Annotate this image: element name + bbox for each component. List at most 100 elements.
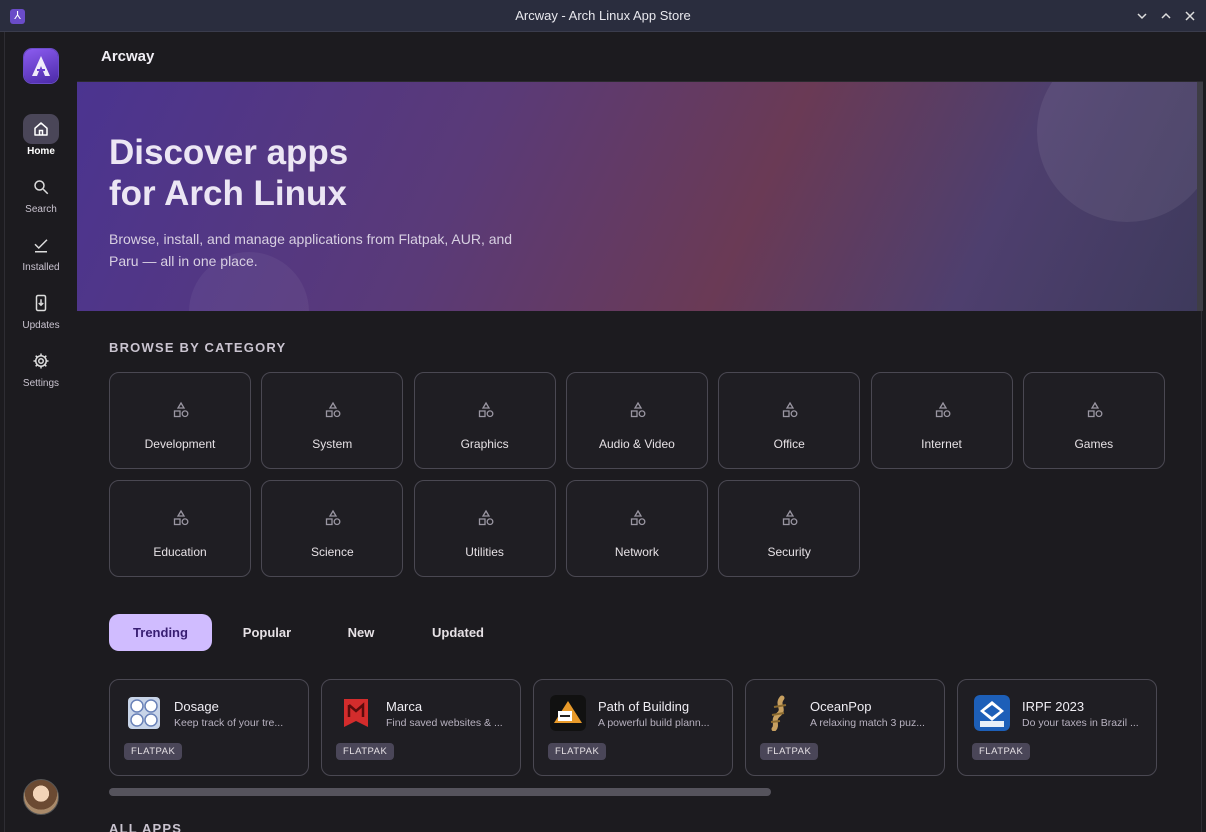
source-badge: FLATPAK	[760, 743, 819, 760]
shapes-icon	[1087, 401, 1103, 418]
category-card-education[interactable]: Education	[109, 480, 251, 577]
app-name: OceanPop	[810, 699, 872, 714]
shapes-icon	[478, 509, 494, 526]
gear-icon	[33, 353, 49, 369]
sidebar-item-label: Home	[27, 146, 55, 157]
category-label: Graphics	[460, 437, 509, 451]
sidebar-item-label: Search	[25, 204, 57, 215]
pills-icon	[126, 695, 162, 731]
search-icon	[34, 180, 49, 195]
horizontal-scrollbar[interactable]	[109, 788, 771, 796]
home-icon	[34, 122, 48, 136]
hero-title: Discover apps for Arch Linux	[109, 133, 349, 213]
shapes-icon	[326, 509, 341, 526]
all-apps-section-title: ALL APPS	[109, 821, 183, 832]
arch-logo-icon	[32, 56, 50, 76]
category-card-development[interactable]: Development	[109, 372, 251, 469]
category-label: System	[312, 437, 353, 451]
category-label: Office	[773, 437, 805, 451]
app-card-oceanpop[interactable]: OceanPop A relaxing match 3 puz... FLATP…	[745, 679, 945, 776]
category-card-graphics[interactable]: Graphics	[413, 372, 556, 469]
tab-new[interactable]: New	[335, 614, 387, 651]
category-card-system[interactable]: System	[261, 372, 404, 469]
app-window: Home Search Installed Updates Settings A…	[4, 32, 1203, 832]
category-label: Internet	[921, 437, 962, 451]
tab-trending[interactable]: Trending	[109, 614, 212, 651]
sidebar-item-settings[interactable]: Settings	[5, 346, 77, 400]
page-title: Arcway	[101, 48, 155, 65]
maximize-button[interactable]	[1156, 6, 1176, 26]
shapes-icon	[783, 509, 798, 526]
category-card-utilities[interactable]: Utilities	[413, 480, 556, 577]
app-description: Keep track of your tre...	[174, 717, 284, 729]
source-badge: FLATPAK	[972, 743, 1031, 760]
category-card-science[interactable]: Science	[261, 480, 404, 577]
shapes-icon	[630, 509, 646, 526]
category-card-audio-video[interactable]: Audio & Video	[565, 372, 708, 469]
app-name: Marca	[386, 699, 423, 714]
sidebar-item-search[interactable]: Search	[5, 172, 77, 226]
oceanpop-icon	[762, 695, 798, 731]
window-titlebar: ⅄ Arcway - Arch Linux App Store	[0, 0, 1206, 32]
close-icon	[1185, 11, 1195, 21]
hero-subtitle: Browse, install, and manage applications…	[109, 231, 513, 269]
app-description: A powerful build plann...	[598, 717, 710, 729]
path-of-building-icon	[550, 695, 586, 731]
sidebar-item-home[interactable]: Home	[5, 114, 77, 168]
category-label: Network	[614, 545, 659, 559]
category-card-security[interactable]: Security	[718, 480, 861, 577]
app-card-marca[interactable]: Marca Find saved websites & ... FLATPAK	[321, 679, 521, 776]
tab-updated[interactable]: Updated	[417, 614, 499, 651]
minimize-button[interactable]	[1132, 6, 1152, 26]
irpf-icon	[974, 695, 1010, 731]
source-badge: FLATPAK	[124, 743, 183, 760]
user-avatar[interactable]	[23, 779, 59, 815]
category-label: Education	[153, 545, 207, 559]
app-card-dosage[interactable]: Dosage Keep track of your tre... FLATPAK	[109, 679, 309, 776]
sidebar-item-installed[interactable]: Installed	[5, 230, 77, 284]
app-description: Find saved websites & ...	[386, 717, 503, 729]
shapes-icon	[783, 401, 798, 418]
category-section-title: BROWSE BY CATEGORY	[109, 340, 287, 355]
app-description: A relaxing match 3 puz...	[810, 717, 925, 729]
arcway-logo[interactable]	[24, 49, 58, 83]
shapes-icon	[935, 401, 950, 418]
chevron-down-icon	[1137, 13, 1147, 20]
decorative-circle	[1037, 82, 1197, 222]
shapes-icon	[173, 401, 189, 418]
app-name: IRPF 2023	[1022, 699, 1085, 714]
source-badge: FLATPAK	[548, 743, 607, 760]
top-header: Arcway	[77, 32, 1203, 82]
category-card-games[interactable]: Games	[1022, 372, 1165, 469]
app-card-irpf-2023[interactable]: IRPF 2023 Do your taxes in Brazil ... FL…	[957, 679, 1157, 776]
source-badge: FLATPAK	[336, 743, 395, 760]
category-card-internet[interactable]: Internet	[870, 372, 1013, 469]
category-label: Development	[144, 437, 216, 451]
hero-banner: Discover apps for Arch Linux Browse, inst…	[77, 82, 1197, 311]
shapes-icon	[326, 401, 341, 418]
category-card-network[interactable]: Network	[565, 480, 708, 577]
chevron-up-icon	[1161, 12, 1171, 19]
vertical-scrollbar[interactable]	[1197, 82, 1203, 311]
category-label: Games	[1074, 437, 1114, 451]
category-label: Audio & Video	[598, 437, 675, 451]
app-card-path-of-building[interactable]: Path of Building A powerful build plann.…	[533, 679, 733, 776]
main-content: Discover apps for Arch Linux Browse, inst…	[77, 82, 1203, 832]
download-icon	[35, 294, 47, 312]
category-label: Security	[767, 545, 811, 559]
app-name: Path of Building	[598, 699, 690, 714]
sidebar-item-updates[interactable]: Updates	[5, 288, 77, 342]
shapes-icon	[173, 509, 189, 526]
sidebar-item-label: Settings	[22, 378, 60, 389]
category-label: Science	[310, 545, 354, 559]
category-label: Utilities	[465, 545, 504, 559]
sidebar-item-label: Installed	[22, 262, 60, 273]
shapes-icon	[478, 401, 494, 418]
tab-popular[interactable]: Popular	[229, 614, 305, 651]
check-icon	[34, 239, 48, 253]
category-card-office[interactable]: Office	[718, 372, 861, 469]
marca-icon	[338, 695, 374, 731]
window-title: Arcway - Arch Linux App Store	[515, 8, 691, 23]
sidebar-item-label: Updates	[22, 320, 60, 331]
close-button[interactable]	[1180, 6, 1200, 26]
